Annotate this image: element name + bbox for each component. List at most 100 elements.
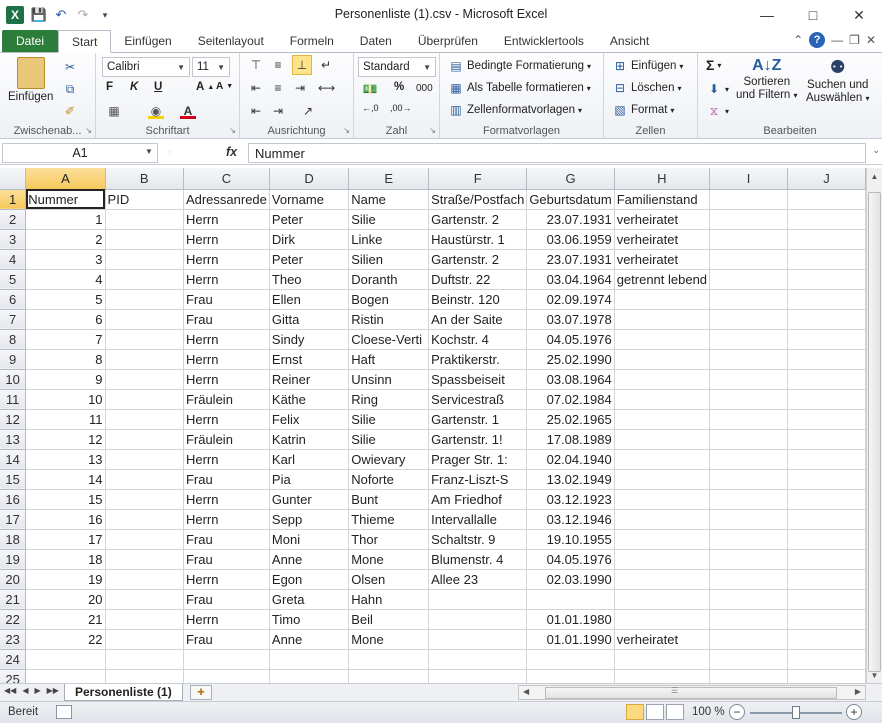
cell-g22[interactable]: 01.01.1980 (526, 609, 615, 630)
cell-h4[interactable]: verheiratet (614, 249, 711, 270)
cell-j1[interactable] (787, 189, 866, 210)
cell-i3[interactable] (709, 229, 788, 250)
prev-sheet-icon[interactable]: ◀ (22, 686, 28, 695)
row-header[interactable]: 24 (0, 649, 27, 670)
cell-c3[interactable]: Herrn (183, 229, 270, 250)
cell-h21[interactable] (614, 589, 711, 610)
name-box[interactable]: A1 (2, 143, 158, 163)
cell-j16[interactable] (787, 489, 866, 510)
horizontal-scrollbar[interactable]: ◀ ☰ ▶ (518, 685, 866, 700)
cell-j11[interactable] (787, 389, 866, 410)
cell-g1[interactable]: Geburtsdatum (526, 189, 615, 210)
cell-b10[interactable] (105, 369, 184, 390)
minimize-workbook-icon[interactable]: — (831, 33, 843, 47)
cell-i12[interactable] (709, 409, 788, 430)
row-header[interactable]: 5 (0, 269, 27, 290)
cell-c1[interactable]: Adressanrede (183, 189, 270, 210)
customize-qat-icon[interactable]: ▾ (96, 10, 114, 21)
tab-formulas[interactable]: Formeln (277, 30, 347, 52)
align-top-button[interactable]: ⊤ (248, 57, 264, 73)
cell-e10[interactable]: Unsinn (348, 369, 430, 390)
cell-i8[interactable] (709, 329, 788, 350)
cell-a16[interactable]: 15 (25, 489, 106, 510)
cell-j18[interactable] (787, 529, 866, 550)
bold-button[interactable]: F (106, 81, 113, 93)
cell-h7[interactable] (614, 309, 711, 330)
cell-g25[interactable] (526, 669, 615, 683)
row-header[interactable]: 8 (0, 329, 27, 350)
cell-f11[interactable]: Servicestraß (428, 389, 528, 410)
cell-a10[interactable]: 9 (25, 369, 106, 390)
cell-d4[interactable]: Peter (269, 249, 350, 270)
row-header[interactable]: 7 (0, 309, 27, 330)
cell-j6[interactable] (787, 289, 866, 310)
cell-f9[interactable]: Praktikerstr. (428, 349, 528, 370)
cell-g14[interactable]: 02.04.1940 (526, 449, 615, 470)
cell-j17[interactable] (787, 509, 866, 530)
cell-b15[interactable] (105, 469, 184, 490)
cell-g8[interactable]: 04.05.1976 (526, 329, 615, 350)
cell-f24[interactable] (428, 649, 528, 670)
sheet-tab[interactable]: Personenliste (1) (64, 684, 183, 701)
cell-i5[interactable] (709, 269, 788, 290)
cell-i24[interactable] (709, 649, 788, 670)
horizontal-scroll-thumb[interactable] (545, 687, 837, 699)
cell-f21[interactable] (428, 589, 528, 610)
cell-a24[interactable] (25, 649, 106, 670)
cell-i2[interactable] (709, 209, 788, 230)
cell-b8[interactable] (105, 329, 184, 350)
dialog-launcher-icon[interactable]: ↘ (229, 126, 236, 135)
cell-a20[interactable]: 19 (25, 569, 106, 590)
cell-b23[interactable] (105, 629, 184, 650)
cell-a11[interactable]: 10 (25, 389, 106, 410)
cell-f15[interactable]: Franz-Liszt-S (428, 469, 528, 490)
column-header-f[interactable]: F (428, 168, 528, 190)
copy-button[interactable]: ⧉ (62, 81, 78, 97)
cell-h19[interactable] (614, 549, 711, 570)
cell-f19[interactable]: Blumenstr. 4 (428, 549, 528, 570)
cell-i19[interactable] (709, 549, 788, 570)
cell-d3[interactable]: Dirk (269, 229, 350, 250)
cell-j25[interactable] (787, 669, 866, 683)
cell-d24[interactable] (269, 649, 350, 670)
column-header-d[interactable]: D (269, 168, 350, 190)
cell-c15[interactable]: Frau (183, 469, 270, 490)
fill-button[interactable]: ⬇ ▾ (706, 81, 729, 97)
row-header[interactable]: 18 (0, 529, 27, 550)
format-cells-button[interactable]: ▧ Format ▾ (612, 102, 674, 118)
cell-b5[interactable] (105, 269, 184, 290)
cell-a15[interactable]: 14 (25, 469, 106, 490)
cell-h14[interactable] (614, 449, 711, 470)
cell-f22[interactable] (428, 609, 528, 630)
cell-e16[interactable]: Bunt (348, 489, 430, 510)
tab-insert[interactable]: Einfügen (111, 30, 184, 52)
cell-i16[interactable] (709, 489, 788, 510)
cell-b12[interactable] (105, 409, 184, 430)
cell-d14[interactable]: Karl (269, 449, 350, 470)
cell-b1[interactable]: PID (105, 189, 184, 210)
row-header[interactable]: 1 (0, 189, 27, 210)
cell-a17[interactable]: 16 (25, 509, 106, 530)
cell-d20[interactable]: Egon (269, 569, 350, 590)
align-center-button[interactable]: ≡ (270, 80, 286, 96)
cell-b21[interactable] (105, 589, 184, 610)
vertical-scrollbar[interactable]: ▲ ▼ (866, 168, 882, 683)
cell-h1[interactable]: Familienstand (614, 189, 711, 210)
font-color-button[interactable]: A (180, 103, 196, 119)
cell-c16[interactable]: Herrn (183, 489, 270, 510)
cell-d17[interactable]: Sepp (269, 509, 350, 530)
cell-d8[interactable]: Sindy (269, 329, 350, 350)
cell-i9[interactable] (709, 349, 788, 370)
cell-h3[interactable]: verheiratet (614, 229, 711, 250)
cell-f1[interactable]: Straße/Postfach (428, 189, 528, 210)
cell-g24[interactable] (526, 649, 615, 670)
tab-file[interactable]: Datei (2, 30, 59, 52)
cell-styles-button[interactable]: ▥ Zellenformatvorlagen ▾ (448, 102, 582, 118)
row-header[interactable]: 12 (0, 409, 27, 430)
cell-d13[interactable]: Katrin (269, 429, 350, 450)
cell-d16[interactable]: Gunter (269, 489, 350, 510)
cell-e19[interactable]: Mone (348, 549, 430, 570)
cell-c6[interactable]: Frau (183, 289, 270, 310)
cell-a19[interactable]: 18 (25, 549, 106, 570)
scroll-right-icon[interactable]: ▶ (855, 687, 861, 696)
